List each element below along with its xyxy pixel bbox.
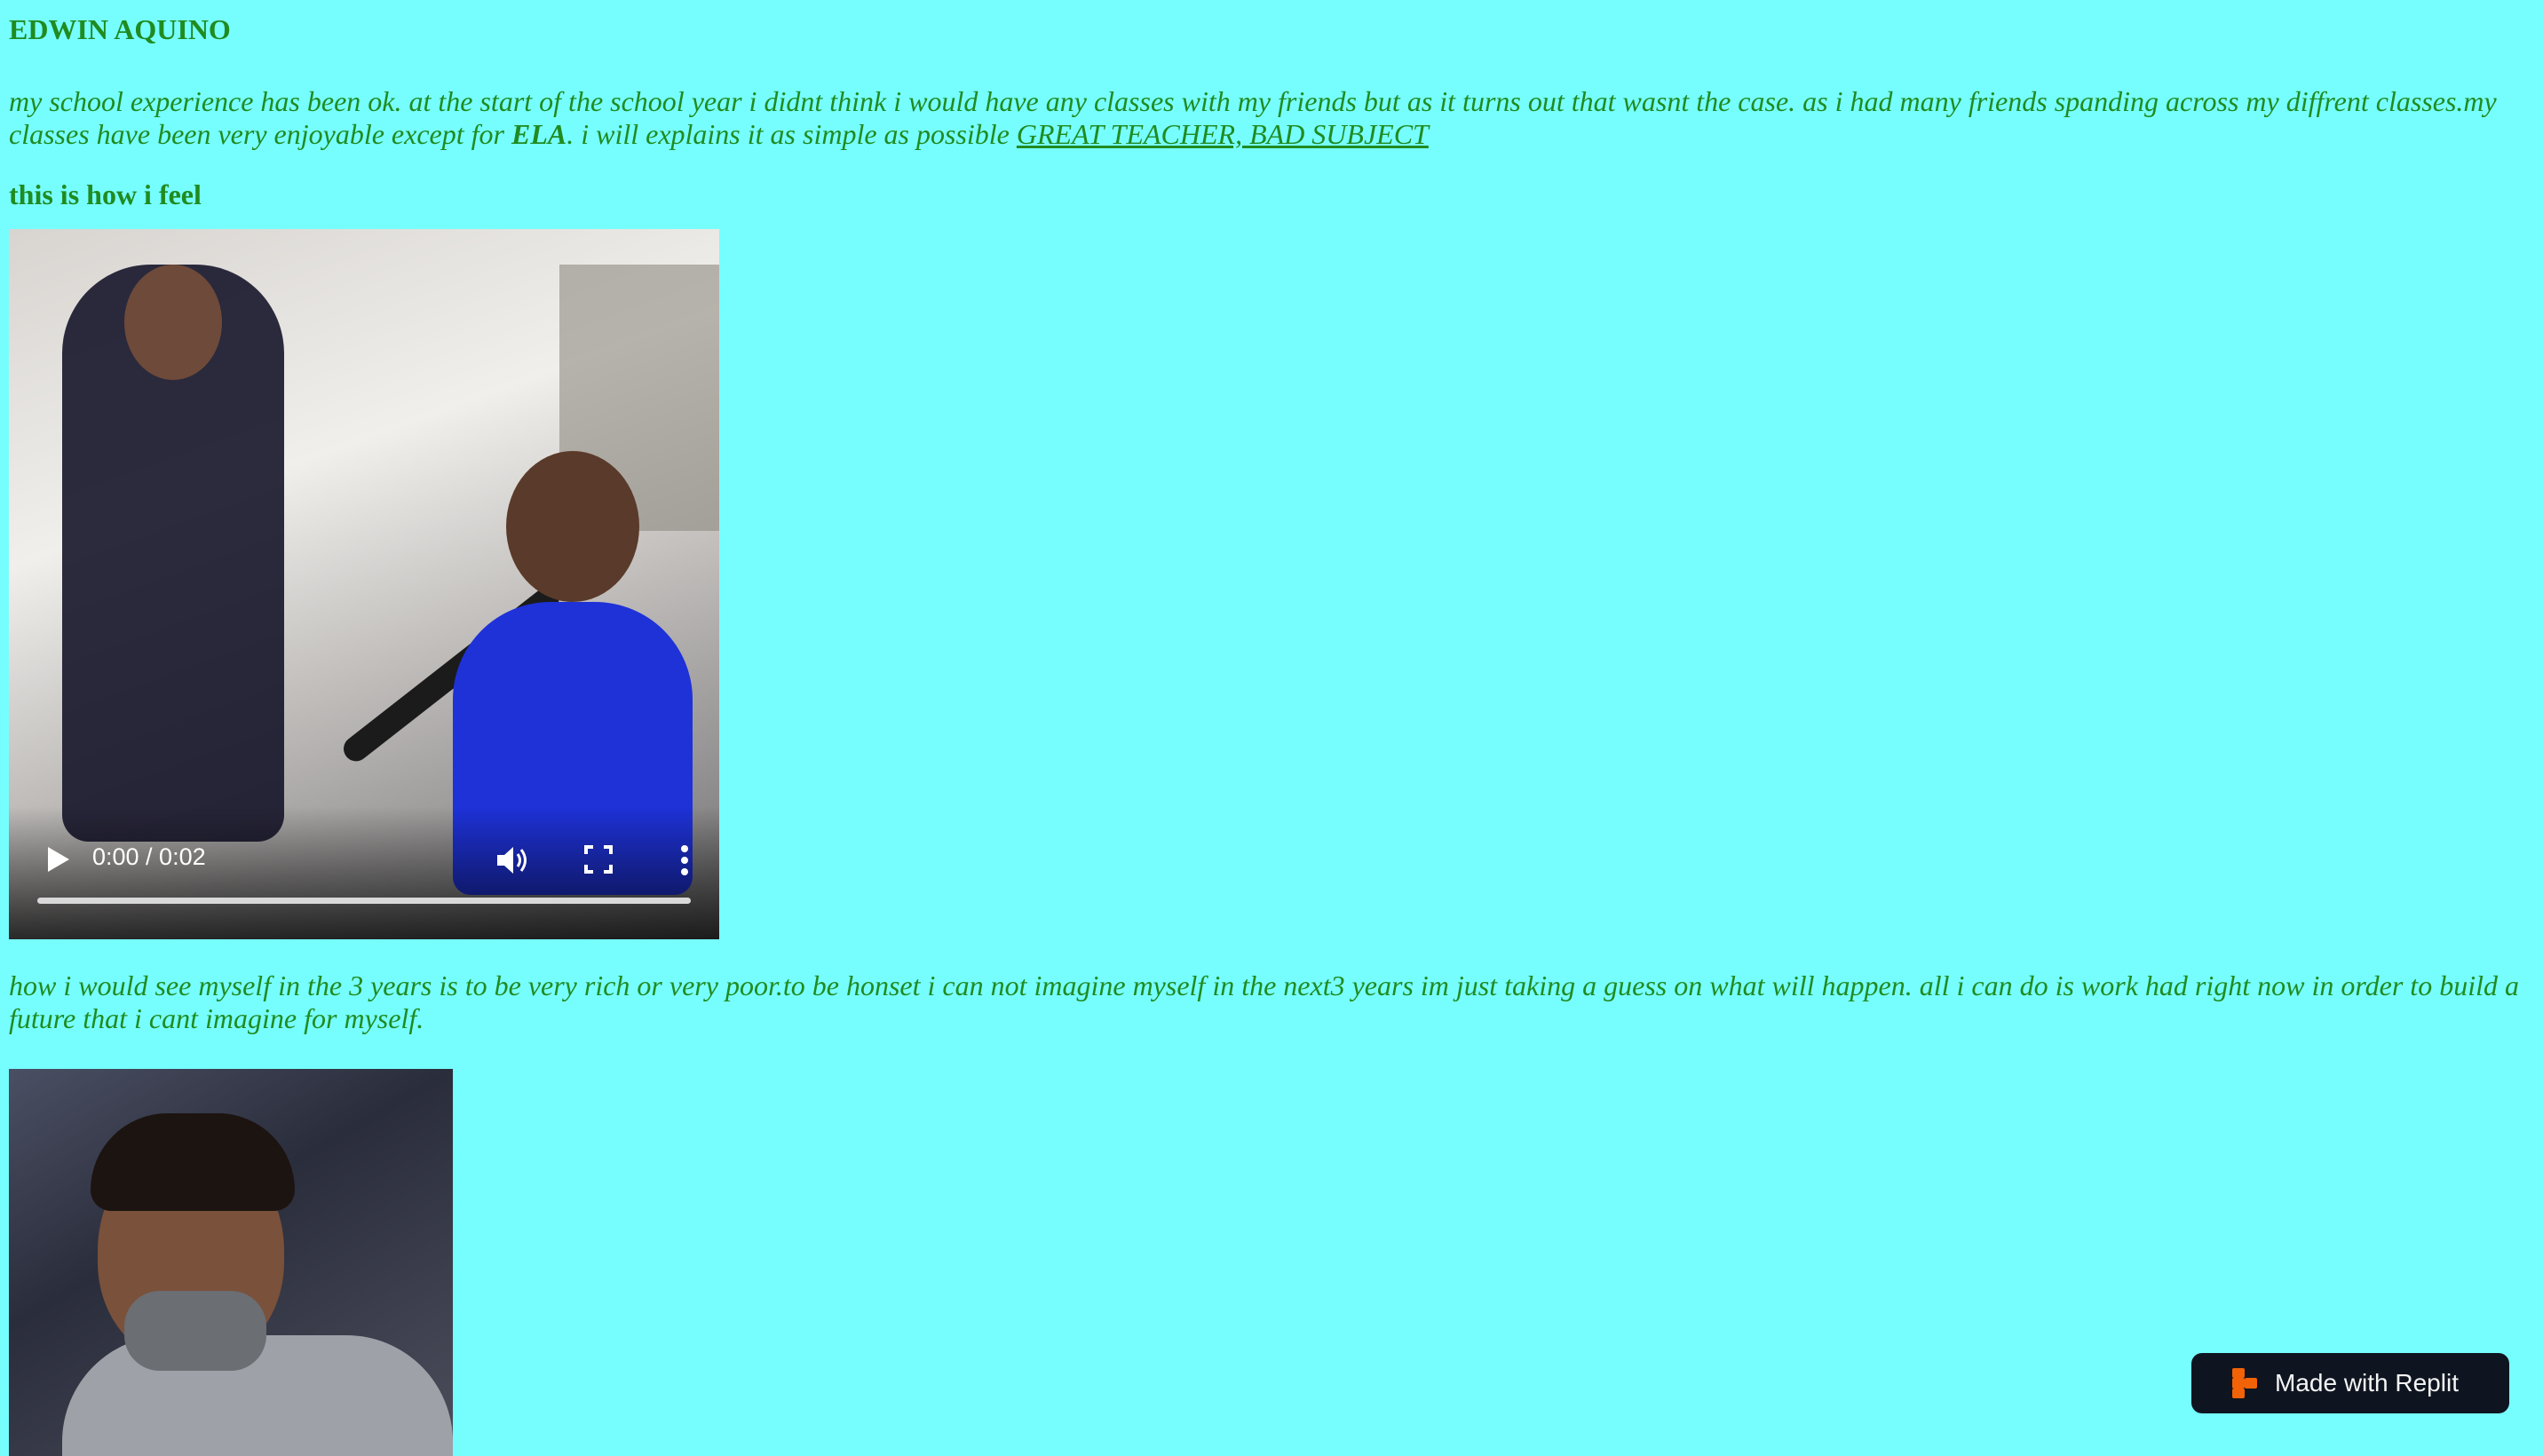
page-content: EDWIN AQUINO my school experience has be… [9, 0, 2531, 211]
video-person-left-head [124, 265, 222, 380]
video-player[interactable]: 0:00 / 0:02 [9, 229, 719, 939]
section-heading: this is how i feel [9, 178, 202, 210]
great-teacher-link[interactable]: GREAT TEACHER, BAD SUBJECT [1017, 118, 1429, 150]
badge-label: Made with Replit [2275, 1369, 2459, 1397]
future-paragraph: how i would see myself in the 3 years is… [9, 969, 2519, 1034]
more-vert-icon[interactable] [669, 842, 700, 879]
page-title: EDWIN AQUINO [9, 13, 231, 45]
volume-icon[interactable] [494, 842, 531, 879]
replit-logo-icon [2232, 1368, 2259, 1398]
play-icon[interactable] [39, 842, 75, 877]
video-time: 0:00 / 0:02 [92, 843, 206, 870]
video-controls: 0:00 / 0:02 [9, 806, 719, 939]
intro-bold-subject: ELA [511, 118, 567, 150]
photo-hair [91, 1113, 295, 1211]
photo-mask [124, 1291, 266, 1371]
intro-text-end: . i will explains it as simple as possib… [566, 118, 1017, 150]
student-photo [9, 1069, 453, 1456]
made-with-replit-badge[interactable]: Made with Replit [2191, 1353, 2509, 1413]
fullscreen-icon[interactable] [581, 842, 616, 877]
video-person-right-head [506, 451, 639, 602]
video-progress-bar[interactable] [37, 898, 691, 904]
intro-paragraph: my school experience has been ok. at the… [9, 85, 2531, 151]
